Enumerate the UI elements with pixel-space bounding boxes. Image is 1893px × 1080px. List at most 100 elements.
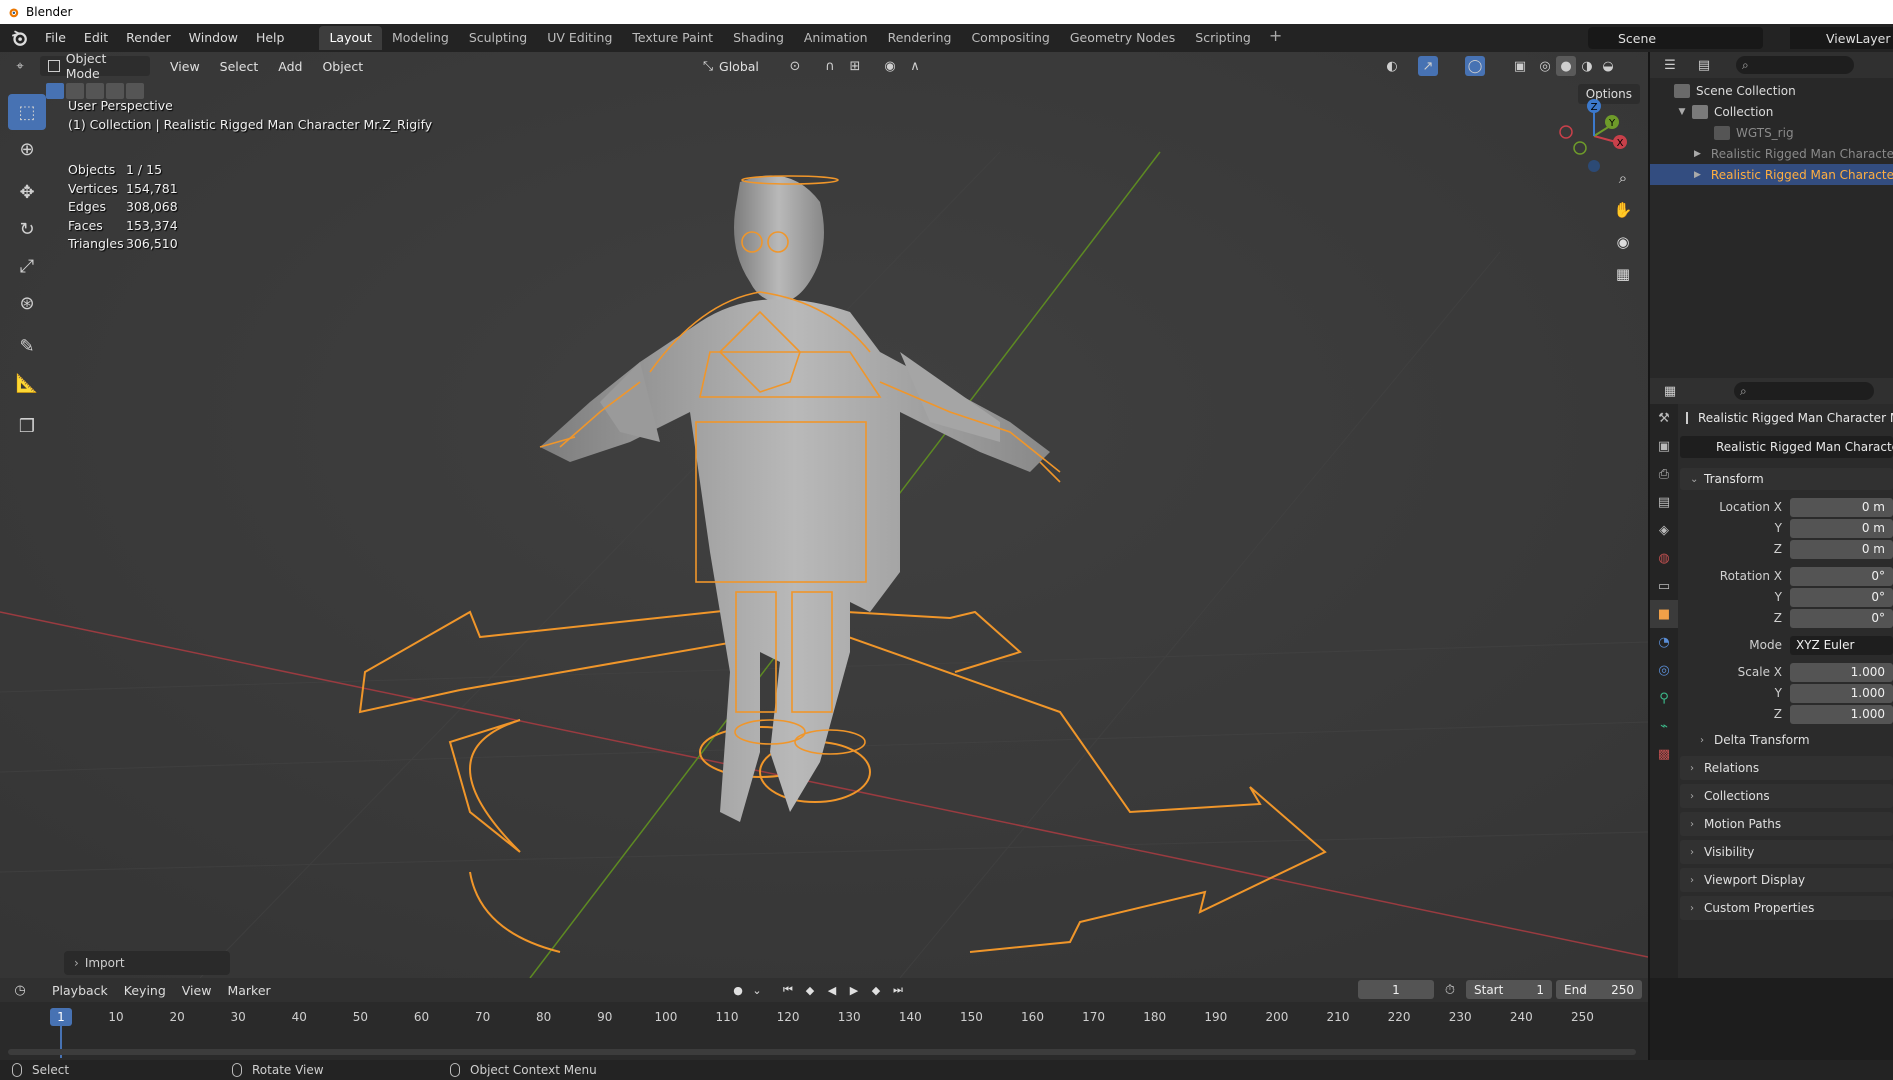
physics-tab-icon[interactable]: ◎: [1650, 656, 1678, 684]
last-operator-panel[interactable]: › Import: [64, 951, 230, 975]
end-frame-field[interactable]: End 250: [1556, 980, 1642, 999]
falloff-icon[interactable]: ∧: [905, 56, 925, 76]
object-name-field[interactable]: Realistic Rigged Man Character: [1680, 436, 1893, 458]
scale-x-field[interactable]: 1.000: [1790, 662, 1893, 682]
rotation-z-field[interactable]: 0°: [1790, 608, 1893, 628]
texture-tab-icon[interactable]: ▩: [1650, 740, 1678, 768]
outliner-search-input[interactable]: ⌕: [1736, 56, 1854, 74]
rendered-shading-icon[interactable]: ◒: [1598, 56, 1618, 76]
collections-panel[interactable]: › Collections: [1680, 784, 1893, 808]
viewport-menu-select[interactable]: Select: [210, 59, 269, 74]
properties-editor-icon[interactable]: ▦: [1660, 381, 1680, 401]
add-cube-icon[interactable]: ❒: [8, 408, 46, 444]
display-mode-icon[interactable]: ▤: [1694, 55, 1714, 75]
scale-icon[interactable]: ⤢: [8, 248, 46, 284]
proportional-edit-icon[interactable]: ◉: [880, 56, 900, 76]
move-icon[interactable]: ✥: [8, 174, 46, 210]
pivot-point-icon[interactable]: ⊙: [785, 56, 805, 76]
world-tab-icon[interactable]: ◍: [1650, 544, 1678, 572]
cursor-icon[interactable]: ⊕: [8, 131, 46, 167]
record-icon[interactable]: ●: [728, 980, 748, 1000]
tab-uv-editing[interactable]: UV Editing: [537, 26, 622, 50]
tab-modeling[interactable]: Modeling: [382, 26, 459, 50]
zoom-icon[interactable]: ⌕: [1609, 164, 1637, 192]
collection-tab-icon[interactable]: ▭: [1650, 572, 1678, 600]
tab-scripting[interactable]: Scripting: [1185, 26, 1261, 50]
tab-texture-paint[interactable]: Texture Paint: [622, 26, 723, 50]
rotation-y-field[interactable]: 0°: [1790, 587, 1893, 607]
transform-panel-header[interactable]: ⌄ Transform: [1680, 468, 1893, 490]
frame-ruler[interactable]: 10 20 30 40 50 60 70 80 90 100 110 120 130 140 150 160 1…: [0, 1010, 1648, 1032]
scene-tab-icon[interactable]: ◈: [1650, 516, 1678, 544]
jump-end-icon[interactable]: ⏭: [888, 980, 908, 1000]
menu-file[interactable]: File: [36, 27, 75, 49]
measure-icon[interactable]: 📐: [8, 365, 46, 401]
chevron-down-icon[interactable]: ⌄: [750, 980, 764, 1000]
select-box-icon[interactable]: ⬚: [8, 94, 46, 130]
viewport-display-panel[interactable]: › Viewport Display: [1680, 868, 1893, 892]
tab-sculpting[interactable]: Sculpting: [459, 26, 537, 50]
camera-view-icon[interactable]: ◉: [1609, 228, 1637, 256]
tab-layout[interactable]: Layout: [319, 26, 382, 50]
xray-icon[interactable]: ▣: [1510, 56, 1530, 76]
armature-data-tab-icon[interactable]: ⚲: [1650, 684, 1678, 712]
outliner-item-collection[interactable]: ▼ Collection: [1650, 101, 1893, 122]
relations-panel[interactable]: › Relations: [1680, 756, 1893, 780]
scale-y-field[interactable]: 1.000: [1790, 683, 1893, 703]
tab-compositing[interactable]: Compositing: [961, 26, 1059, 50]
visibility-eye-icon[interactable]: ◐: [1382, 56, 1402, 76]
outliner-item-character-selected[interactable]: ▶ Realistic Rigged Man Character: [1650, 164, 1893, 185]
ortho-grid-icon[interactable]: ▦: [1609, 260, 1637, 288]
snap-target-icon[interactable]: ⊞: [845, 56, 865, 76]
outliner-item-wgts-rig[interactable]: WGTS_rig: [1650, 122, 1893, 143]
chevron-down-icon[interactable]: ▼: [1676, 107, 1688, 117]
outliner-item-scene-collection[interactable]: Scene Collection: [1650, 80, 1893, 101]
3d-viewport[interactable]: ⌖ Object Mode View Select Add Object ⤡ G…: [0, 52, 1648, 978]
menu-help[interactable]: Help: [247, 27, 294, 49]
modifier-tab-icon[interactable]: ◔: [1650, 628, 1678, 656]
transform-orientation-dropdown[interactable]: ⤡ Global: [695, 56, 775, 76]
start-frame-field[interactable]: Start 1: [1466, 980, 1552, 999]
current-frame-field[interactable]: 1: [1358, 980, 1434, 999]
scale-z-field[interactable]: 1.000: [1790, 704, 1893, 724]
annotate-icon[interactable]: ✎: [8, 328, 46, 364]
properties-search-input[interactable]: ⌕: [1734, 382, 1874, 400]
tab-geometry-nodes[interactable]: Geometry Nodes: [1060, 26, 1185, 50]
snap-icon[interactable]: ∩: [820, 56, 840, 76]
visibility-panel[interactable]: › Visibility: [1680, 840, 1893, 864]
object-tab-icon[interactable]: ■: [1650, 600, 1678, 628]
gizmo-toggle-icon[interactable]: ↗: [1418, 56, 1438, 76]
editor-type-icon[interactable]: ⌖: [10, 56, 30, 76]
add-workspace-plus-icon[interactable]: +: [1261, 26, 1290, 50]
tab-shading[interactable]: Shading: [723, 26, 794, 50]
outliner-editor-icon[interactable]: ☰: [1660, 55, 1680, 75]
render-tab-icon[interactable]: ▣: [1650, 432, 1678, 460]
gizmo-neg-z[interactable]: [1588, 160, 1600, 172]
delta-transform-panel[interactable]: › Delta Transform: [1690, 728, 1893, 752]
next-keyframe-icon[interactable]: ◆: [866, 980, 886, 1000]
tab-animation[interactable]: Animation: [794, 26, 878, 50]
bone-tab-icon[interactable]: ⌁: [1650, 712, 1678, 740]
timeline-menu-view[interactable]: View: [174, 983, 220, 998]
viewport-menu-view[interactable]: View: [160, 59, 210, 74]
blender-menu-icon[interactable]: [8, 27, 30, 49]
view-layer-tab-icon[interactable]: ▤: [1650, 488, 1678, 516]
output-tab-icon[interactable]: ⎙: [1650, 460, 1678, 488]
select-new-icon[interactable]: [46, 83, 64, 99]
location-y-field[interactable]: 0 m: [1790, 518, 1893, 538]
tab-rendering[interactable]: Rendering: [878, 26, 962, 50]
outliner-item-character[interactable]: ▶ Realistic Rigged Man Character: [1650, 143, 1893, 164]
tool-tab-icon[interactable]: ⚒: [1650, 404, 1678, 432]
custom-properties-panel[interactable]: › Custom Properties: [1680, 896, 1893, 920]
play-reverse-icon[interactable]: ◀: [822, 980, 842, 1000]
viewport-menu-add[interactable]: Add: [268, 59, 312, 74]
rotation-mode-dropdown[interactable]: XYZ Euler: [1790, 635, 1893, 655]
location-x-field[interactable]: 0 m: [1790, 497, 1893, 517]
gizmo-neg-y[interactable]: [1573, 141, 1587, 155]
timeline-menu-playback[interactable]: Playback: [44, 983, 116, 998]
menu-render[interactable]: Render: [117, 27, 180, 49]
timeline-menu-marker[interactable]: Marker: [219, 983, 278, 998]
object-mode-dropdown[interactable]: Object Mode: [40, 52, 150, 81]
menu-window[interactable]: Window: [180, 27, 247, 49]
material-shading-icon[interactable]: ◑: [1577, 56, 1597, 76]
